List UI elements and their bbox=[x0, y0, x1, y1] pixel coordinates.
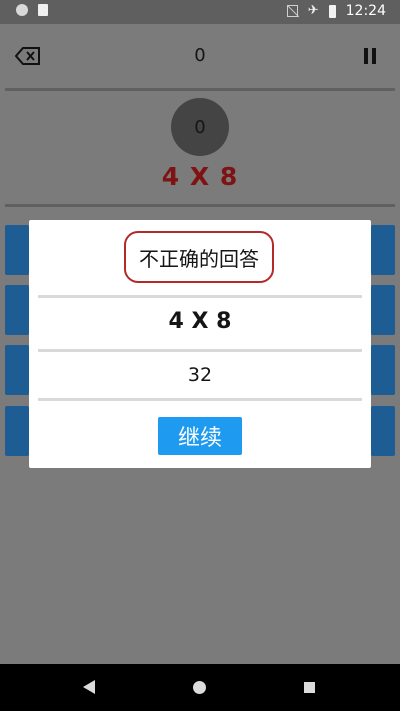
dialog-title: 不正确的回答 bbox=[124, 231, 274, 283]
answer-button[interactable] bbox=[5, 285, 29, 335]
toolbar-divider bbox=[5, 88, 395, 91]
continue-button[interactable]: 继续 bbox=[158, 417, 242, 455]
battery-icon bbox=[328, 4, 336, 18]
status-right-icons: ✈ 12:24 bbox=[286, 3, 386, 19]
answer-button[interactable] bbox=[371, 345, 395, 395]
airplane-mode-icon: ✈ bbox=[307, 3, 319, 18]
answer-button[interactable] bbox=[5, 406, 29, 456]
dialog-divider bbox=[38, 349, 362, 352]
circle-status-icon bbox=[16, 4, 28, 16]
dialog-divider bbox=[38, 398, 362, 401]
home-icon[interactable] bbox=[193, 681, 206, 694]
question-text: 4 X 8 bbox=[161, 162, 239, 191]
pause-icon[interactable] bbox=[364, 48, 376, 64]
answer-button[interactable] bbox=[5, 345, 29, 395]
back-icon[interactable] bbox=[83, 680, 95, 694]
dialog-question: 4 X 8 bbox=[168, 309, 232, 334]
question-divider bbox=[5, 204, 395, 207]
dialog-divider bbox=[38, 295, 362, 298]
score-display: 0 bbox=[194, 45, 206, 66]
incorrect-answer-dialog: 不正确的回答 4 X 8 32 继续 bbox=[29, 220, 371, 468]
no-sim-icon bbox=[286, 5, 298, 17]
answer-button[interactable] bbox=[371, 225, 395, 275]
dialog-correct-answer: 32 bbox=[187, 364, 213, 386]
status-time: 12:24 bbox=[345, 3, 386, 19]
question-counter: 0 bbox=[171, 98, 229, 156]
answer-button[interactable] bbox=[371, 285, 395, 335]
navigation-bar bbox=[0, 664, 400, 711]
status-left-icons bbox=[16, 4, 48, 16]
answer-button[interactable] bbox=[371, 406, 395, 456]
status-bar: ✈ 12:24 bbox=[0, 0, 400, 24]
sd-card-icon bbox=[38, 4, 48, 16]
answer-button[interactable] bbox=[5, 225, 29, 275]
recent-apps-icon[interactable] bbox=[304, 682, 315, 693]
